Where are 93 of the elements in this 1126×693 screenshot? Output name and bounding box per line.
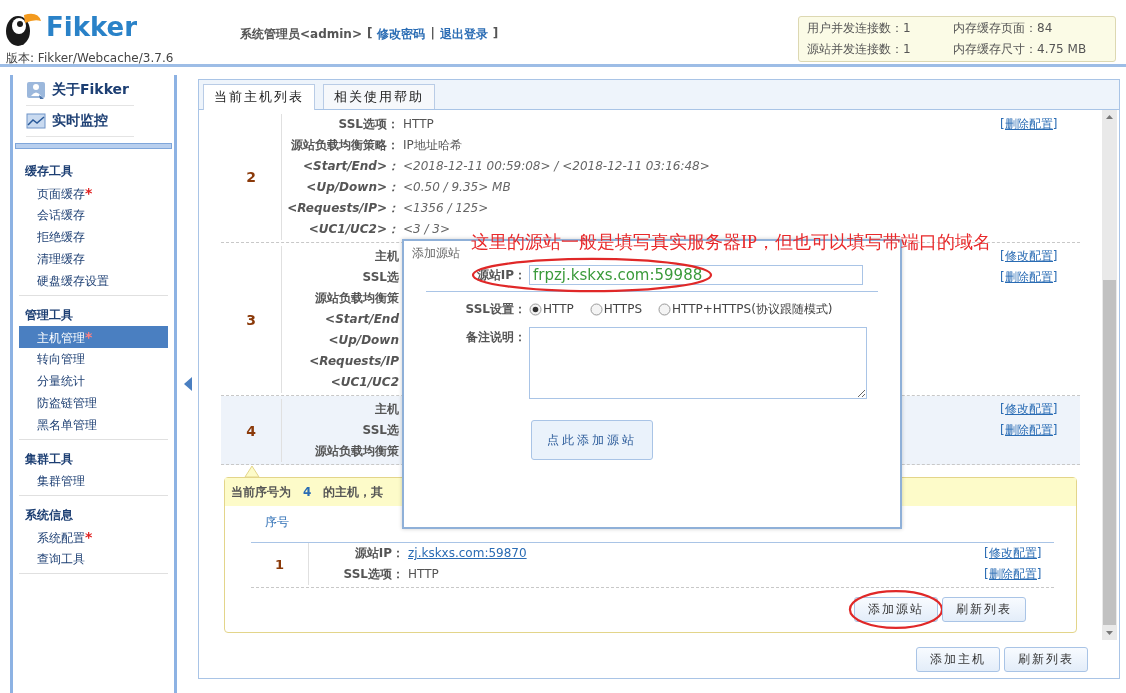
action-link[interactable]: [删除配置] [1000,420,1058,441]
field-value: <2018-12-11 00:59:08> / <2018-12-11 03:16:48> [402,158,710,175]
field-label: 源站IP： [475,267,527,284]
stat-text: 用户并发连接数：1 [807,20,912,37]
field-label: SSL选项： [337,116,399,133]
input-field[interactable]: frpzj.kskxs.com:59988 [529,265,863,285]
field-value: HTTP [407,566,439,583]
separator-text: | [430,26,435,40]
field-value: <1356 / 125> [402,200,489,217]
field-label: <Requests/IP>： [286,200,399,217]
bracket-text: ] [492,26,499,40]
column-header: 序号 [265,515,289,529]
field-value: <3 / 3> [402,221,451,238]
sidebar-item[interactable]: 清理缓存 [19,248,168,270]
field-label: SSL设置： [464,301,527,318]
stat-text: 内存缓存页面：84 [953,20,1054,37]
field-value: HTTP [402,116,434,133]
chart-icon [26,112,46,130]
info-text: 的主机，其 [323,484,384,501]
action-link[interactable]: [修改配置] [984,543,1042,564]
list-button[interactable]: 添加源站 [854,597,938,622]
list-button[interactable]: 刷新列表 [942,597,1026,622]
field-label: 源站IP： [353,545,404,562]
field-label: <Up/Down>： [305,179,399,196]
field-value: <0.50 / 9.35> MB [402,179,511,196]
sidebar-item[interactable]: 黑名单管理 [19,414,168,436]
radio-option[interactable]: HTTP+HTTPS(协议跟随模式) [658,299,833,319]
list-button[interactable]: 添加主机 [916,647,1000,672]
action-link[interactable]: [修改配置] [1000,399,1058,420]
address-link[interactable]: zj.kskxs.com:59870 [404,543,527,564]
sidebar-item[interactable]: 系统配置* [19,526,168,548]
field-label: 源站负载均衡策略： [290,137,399,154]
collapse-arrow-icon [183,377,192,391]
sidebar-item[interactable]: 集群管理 [19,470,168,492]
field-label: SSL选 [361,269,399,286]
stat-text: 内存缓存尺寸：4.75 MB [953,41,1088,58]
group-title: 集群工具 [24,451,74,468]
sidebar-link[interactable]: 实时监控 [52,112,108,130]
group-title: 管理工具 [24,307,74,324]
radio-option[interactable]: HTTPS [589,299,643,319]
sidebar-item[interactable]: 拒绝缓存 [19,226,168,248]
field-label: 源站负载均衡策 [314,443,399,460]
sidebar-item[interactable]: 查询工具 [19,548,168,570]
sidebar-item[interactable]: 防盗链管理 [19,392,168,414]
row-number: 4 [246,422,256,439]
sidebar-link[interactable]: 关于Fikker [52,81,129,99]
field-label: SSL选 [361,422,399,439]
submit-button[interactable]: 点此添加源站 [531,420,653,460]
tab[interactable]: 相关使用帮助 [323,84,435,109]
scrollbar[interactable] [1102,110,1117,640]
tab[interactable]: 当前主机列表 [203,84,315,110]
header-link[interactable]: 修改密码 [377,26,426,43]
row-number: 2 [246,169,256,185]
field-label: <Start/End [324,311,399,328]
info-number: 4 [302,484,313,501]
text-area[interactable] [529,327,867,399]
action-link[interactable]: [删除配置] [1000,267,1058,288]
field-label: <UC1/UC2 [329,374,399,391]
radio-option[interactable]: HTTP [529,299,574,319]
field-label: 源站负载均衡策 [314,290,399,307]
header-link[interactable]: 退出登录 [439,26,488,43]
group-title: 缓存工具 [24,163,74,180]
field-label: <Up/Down [327,332,399,349]
sidebar-item[interactable]: 分量统计 [19,370,168,392]
sidebar-item[interactable]: 硬盘缓存设置 [19,270,168,292]
group-title: 系统信息 [24,507,74,524]
version-text: 版本: Fikker/Webcache/3.7.6 [5,50,175,67]
field-value: IP地址哈希 [402,137,462,154]
field-label: 备注说明： [465,329,527,346]
row-number: 1 [274,556,284,572]
row-number: 3 [246,311,256,328]
user-name: 系统管理员<admin> [240,26,362,43]
bracket-text: [ [366,26,373,40]
dialog-title: 添加源站 [412,246,460,260]
list-button[interactable]: 刷新列表 [1004,647,1088,672]
field-label: <Requests/IP [308,353,399,370]
sidebar-item[interactable]: 转向管理 [19,348,168,370]
action-link[interactable]: [修改配置] [1000,246,1058,267]
sidebar-item[interactable]: 会话缓存 [19,204,168,226]
field-label: 主机 [374,248,399,265]
sidebar-item[interactable]: 页面缓存* [19,182,168,204]
info-text: 当前序号为 [231,484,291,501]
annotation-text: 这里的源站一般是填写真实服务器IP，但也可以填写带端口的域名 [471,231,991,254]
action-link[interactable]: [删除配置] [1000,114,1058,135]
field-label: SSL选项： [342,566,404,583]
sidebar-item[interactable]: 主机管理* [19,326,168,348]
field-label: 主机 [374,401,399,418]
action-link[interactable]: [删除配置] [984,564,1042,585]
logo-text: Fikker [46,12,137,42]
info-person-icon [26,81,46,99]
field-label: <Start/End>： [302,158,399,175]
field-label: <UC1/UC2>： [307,221,399,238]
stat-text: 源站并发连接数：1 [807,41,912,58]
